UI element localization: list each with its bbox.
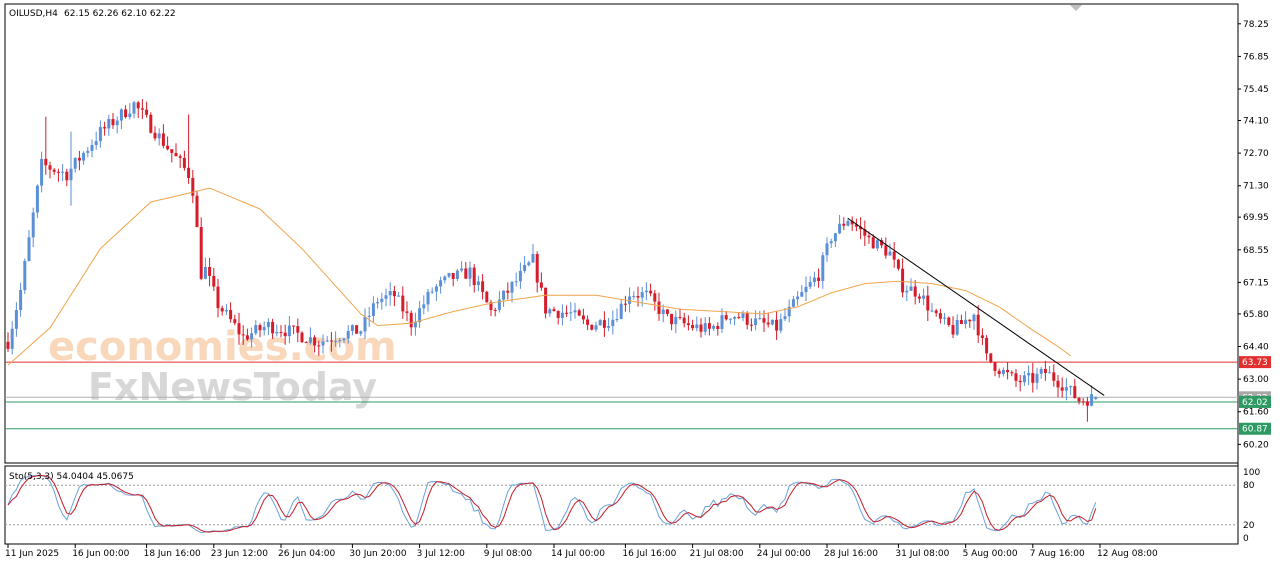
candle <box>590 324 594 331</box>
x-tick-label: 11 Jun 2025 <box>5 549 59 559</box>
y-tick-label: 63.00 <box>1243 375 1269 385</box>
svg-text:62.02: 62.02 <box>1242 398 1268 408</box>
price-label-level: 60.87 <box>1239 422 1271 435</box>
x-tick-label: 30 Jun 20:00 <box>349 549 406 559</box>
candle <box>195 190 199 228</box>
x-tick-label: 24 Jul 00:00 <box>757 549 811 559</box>
candle <box>355 325 359 334</box>
x-tick-label: 9 Jul 08:00 <box>484 549 533 559</box>
x-tick-label: 3 Jul 12:00 <box>417 549 466 559</box>
x-tick-label: 16 Jul 16:00 <box>622 549 676 559</box>
y-tick-label: 76.85 <box>1243 52 1269 62</box>
y-tick-label: 71.30 <box>1243 182 1269 192</box>
chart-ohlc: 62.15 62.26 62.10 62.22 <box>64 9 176 19</box>
time-axis: 11 Jun 2025 16 Jun 00:00 18 Jun 16:00 23 Ju… <box>5 544 1158 559</box>
x-tick-label: 18 Jun 16:00 <box>144 549 201 559</box>
watermark: economies.com FxNewsToday <box>48 324 397 409</box>
svg-text:60.87: 60.87 <box>1242 425 1268 435</box>
price-labels: 63.7362.2262.0260.87 <box>1239 356 1271 435</box>
x-tick-label: 5 Aug 00:00 <box>963 549 1018 559</box>
y-tick-label: 64.40 <box>1243 343 1269 353</box>
x-tick-label: 23 Jun 12:00 <box>211 549 268 559</box>
stochastic-panel[interactable] <box>4 465 1239 545</box>
watermark-economies: economies.com <box>48 324 397 370</box>
chart-symbol: OILUSD,H4 <box>9 9 58 19</box>
price-label-level: 62.02 <box>1239 395 1271 408</box>
y-tick-label: 72.70 <box>1243 149 1269 159</box>
stochastic-scale: 100 80 20 0 <box>1243 468 1260 544</box>
candle <box>485 290 489 303</box>
x-tick-label: 31 Jul 08:00 <box>895 549 949 559</box>
candle <box>989 353 993 364</box>
stochastic-tick-label: 0 <box>1243 534 1249 544</box>
candle <box>23 258 27 294</box>
y-tick-label: 75.45 <box>1243 85 1269 95</box>
x-tick-label: 28 Jul 16:00 <box>824 549 878 559</box>
y-tick-label: 67.15 <box>1243 278 1269 288</box>
stochastic-label: Sto(5,3,3) 54.0404 45.0675 <box>9 472 134 482</box>
x-tick-label: 16 Jun 00:00 <box>72 549 129 559</box>
candle <box>149 112 153 134</box>
price-chart: economies.com FxNewsToday 78.25 76.85 75.4… <box>4 3 1271 559</box>
y-tick-label: 69.95 <box>1243 213 1269 223</box>
y-tick-label: 74.10 <box>1243 116 1269 126</box>
svg-text:63.73: 63.73 <box>1242 358 1268 368</box>
x-tick-label: 12 Aug 08:00 <box>1097 549 1158 559</box>
x-tick-label: 7 Aug 16:00 <box>1030 549 1085 559</box>
x-tick-label: 14 Jul 00:00 <box>551 549 605 559</box>
x-tick-label: 21 Jul 08:00 <box>690 549 744 559</box>
x-tick-label: 26 Jun 04:00 <box>278 549 335 559</box>
stochastic-tick-label: 20 <box>1243 521 1255 531</box>
y-tick-label: 78.25 <box>1243 20 1269 30</box>
y-tick-label: 61.60 <box>1243 408 1269 418</box>
stochastic-tick-label: 100 <box>1243 468 1260 478</box>
y-tick-label: 60.20 <box>1243 440 1269 450</box>
y-tick-label: 65.80 <box>1243 310 1269 320</box>
y-tick-label: 68.55 <box>1243 246 1269 256</box>
candle <box>300 331 304 343</box>
price-scale: 78.25 76.85 75.45 74.10 72.70 71.30 69.95 68.55… <box>1238 20 1269 450</box>
stochastic-tick-label: 80 <box>1243 481 1255 491</box>
price-label-support: 63.73 <box>1239 356 1271 369</box>
